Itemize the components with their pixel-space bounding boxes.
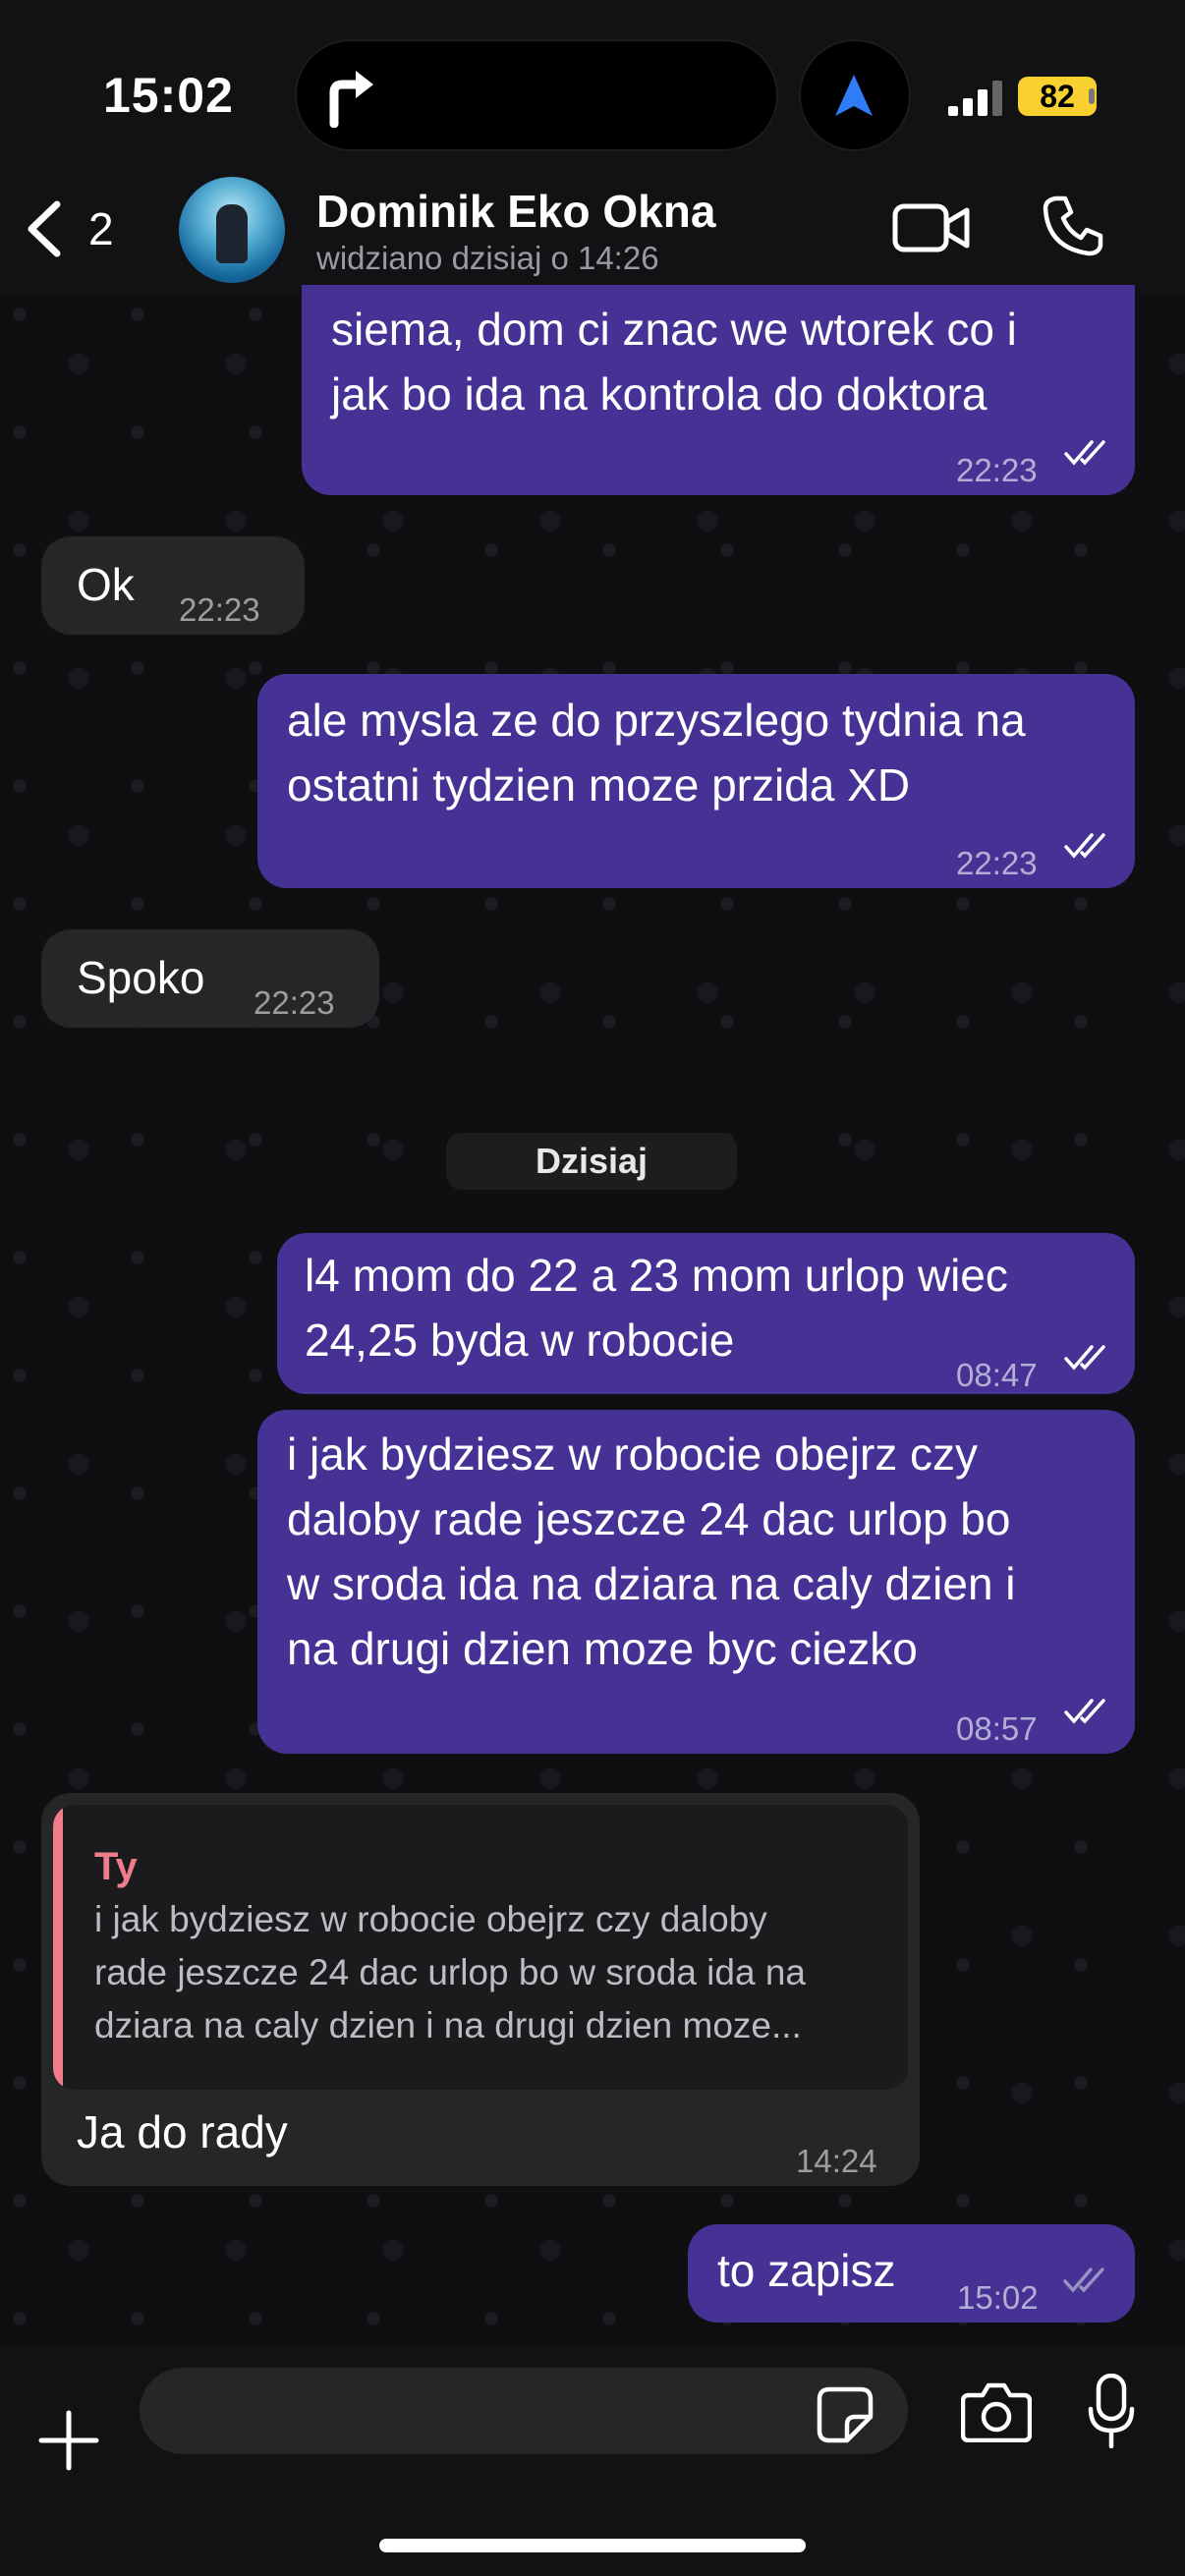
back-unread-count[interactable]: 2 [88, 202, 114, 255]
video-call-icon[interactable] [892, 200, 971, 255]
reply-accent-bar [53, 1805, 63, 2090]
message-time: 22:23 [254, 984, 335, 1021]
message-text: l4 mom do 22 a 23 mom urlop wiec 24,25 b… [305, 1250, 1008, 1366]
battery-tip [1089, 88, 1095, 104]
reply-quote[interactable]: Ty i jak bydziesz w robocie obejrz czy d… [53, 1805, 908, 2090]
message-bubble-incoming-reply[interactable]: Ty i jak bydziesz w robocie obejrz czy d… [41, 1793, 920, 2186]
message-text: siema, dom ci znac we wtorek co i jak bo… [331, 304, 1017, 420]
double-check-icon [1063, 2268, 1104, 2293]
navigation-arrow-icon [835, 75, 873, 116]
plus-icon[interactable] [37, 2409, 100, 2472]
message-time: 22:23 [179, 591, 260, 628]
date-separator: Dzisiaj [446, 1133, 737, 1190]
message-bubble-outgoing[interactable]: ale mysla ze do przyszlego tydnia na ost… [257, 674, 1135, 888]
turn-right-icon [329, 71, 373, 128]
microphone-icon[interactable] [1087, 2374, 1136, 2448]
message-bubble-incoming[interactable]: Ok 22:23 [41, 536, 305, 635]
message-text: Ok [77, 559, 135, 610]
double-check-icon [1064, 1345, 1105, 1371]
chat-header: 2 Dominik Eko Okna widziano dzisiaj o 14… [0, 157, 1185, 295]
status-bar: 15:02 82 [0, 0, 1185, 177]
home-indicator[interactable] [379, 2539, 806, 2552]
signal-icon [948, 81, 1002, 116]
message-bubble-outgoing[interactable]: to zapisz 15:02 [688, 2224, 1135, 2323]
message-text: i jak bydziesz w robocie obejrz czy dalo… [287, 1428, 1016, 1674]
double-check-icon [1064, 1699, 1105, 1724]
double-check-icon [1064, 833, 1105, 859]
camera-icon[interactable] [961, 2381, 1032, 2442]
message-bubble-outgoing[interactable]: siema, dom ci znac we wtorek co i jak bo… [302, 285, 1135, 495]
double-check-icon [1064, 440, 1105, 466]
message-bubble-outgoing[interactable]: i jak bydziesz w robocie obejrz czy dalo… [257, 1410, 1135, 1754]
message-time: 14:24 [796, 2143, 877, 2179]
message-input[interactable] [140, 2368, 908, 2454]
message-text: ale mysla ze do przyszlego tydnia na ost… [287, 695, 1026, 811]
phone-icon[interactable] [1042, 195, 1104, 257]
reply-author: Ty [94, 1845, 138, 1888]
message-time: 08:47 [956, 1357, 1038, 1393]
message-text: Spoko [77, 952, 205, 1003]
reply-text: i jak bydziesz w robocie obejrz czy dalo… [94, 1899, 806, 2045]
message-bubble-incoming[interactable]: Spoko 22:23 [41, 929, 379, 1028]
sticker-icon[interactable] [816, 2385, 875, 2444]
message-bubble-outgoing[interactable]: l4 mom do 22 a 23 mom urlop wiec 24,25 b… [277, 1233, 1135, 1394]
contact-name[interactable]: Dominik Eko Okna [316, 185, 715, 238]
message-time: 15:02 [957, 2279, 1039, 2316]
status-time: 15:02 [103, 68, 234, 123]
back-chevron-icon[interactable] [24, 200, 63, 257]
battery-indicator: 82 [1018, 77, 1097, 116]
message-time: 22:23 [956, 452, 1038, 488]
avatar[interactable] [179, 177, 285, 283]
message-time: 22:23 [956, 845, 1038, 881]
message-text: to zapisz [717, 2245, 896, 2296]
avatar-photo [216, 204, 248, 263]
message-time: 08:57 [956, 1710, 1038, 1747]
message-text: Ja do rady [77, 2106, 288, 2157]
contact-last-seen: widziano dzisiaj o 14:26 [316, 240, 659, 276]
